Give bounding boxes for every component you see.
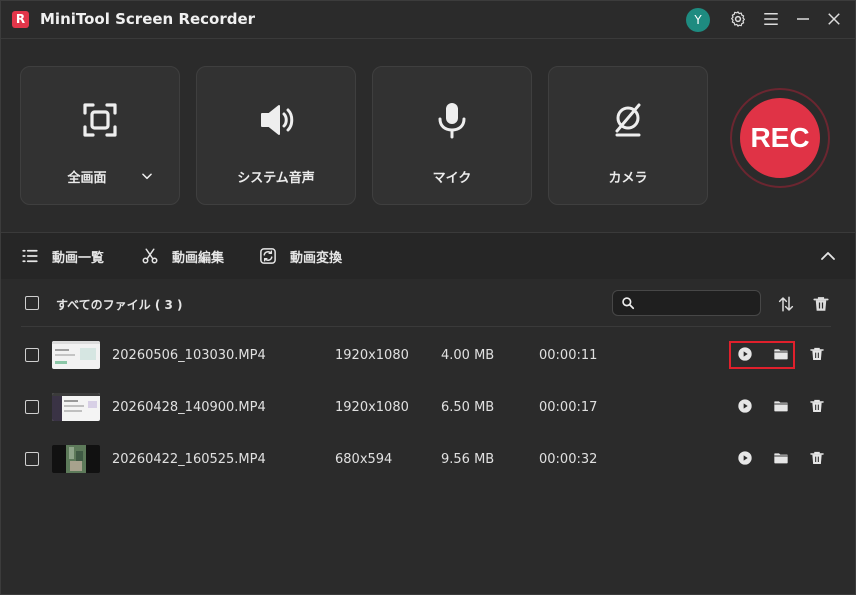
system-audio-label: システム音声: [237, 171, 315, 186]
fullscreen-source-card[interactable]: 全画面: [20, 66, 180, 205]
menu-icon[interactable]: [762, 10, 780, 28]
app-logo-icon: R: [12, 11, 29, 28]
file-duration: 00:00:32: [539, 452, 598, 467]
file-name: 20260506_103030.MP4: [112, 348, 266, 363]
search-icon: [622, 297, 635, 310]
tab-video-convert-label: 動画変換: [290, 251, 343, 266]
play-icon[interactable]: [737, 346, 753, 362]
video-thumbnail: [52, 393, 100, 421]
video-thumbnail: [52, 445, 100, 473]
folder-icon[interactable]: [773, 450, 789, 466]
file-resolution: 680x594: [335, 452, 393, 467]
tab-video-edit[interactable]: 動画編集: [141, 245, 241, 267]
system-audio-card[interactable]: システム音声: [196, 66, 356, 205]
list-icon: [22, 249, 38, 263]
file-name: 20260422_160525.MP4: [112, 452, 266, 467]
fullscreen-label: 全画面: [67, 171, 107, 186]
minimize-icon[interactable]: [794, 10, 812, 28]
file-size: 9.56 MB: [441, 452, 495, 467]
user-avatar[interactable]: Y: [686, 8, 710, 32]
search-box: [612, 290, 761, 316]
file-duration: 00:00:11: [539, 348, 598, 363]
convert-icon: [260, 248, 276, 264]
gear-icon[interactable]: [729, 10, 747, 28]
row-checkbox[interactable]: [25, 348, 39, 362]
rec-button[interactable]: REC: [740, 98, 820, 178]
file-size: 6.50 MB: [441, 400, 495, 415]
trash-icon[interactable]: [809, 450, 825, 466]
table-row[interactable]: 20260506_103030.MP4 1920x1080 4.00 MB 00…: [1, 329, 855, 381]
video-thumbnail: [52, 341, 100, 369]
tab-video-edit-label: 動画編集: [172, 251, 225, 266]
file-name: 20260428_140900.MP4: [112, 400, 266, 415]
speaker-icon: [261, 105, 294, 135]
rec-button-ring: REC: [730, 88, 830, 188]
folder-icon[interactable]: [773, 346, 789, 362]
search-input[interactable]: [641, 294, 757, 314]
recording-panel: 全画面 システム音声 マイク カメラ REC: [1, 39, 855, 231]
table-row[interactable]: 20260428_140900.MP4 1920x1080 6.50 MB 00…: [1, 381, 855, 433]
microphone-icon: [438, 103, 466, 139]
microphone-label: マイク: [432, 171, 472, 186]
sort-icon[interactable]: [777, 295, 795, 313]
camera-card[interactable]: カメラ: [548, 66, 708, 205]
file-list: すべてのファイル ( 3 ) 20260506_103030.MP4 1920x…: [1, 279, 855, 594]
row-checkbox[interactable]: [25, 400, 39, 414]
app-window: R MiniTool Screen Recorder Y 全画面 システム音声 …: [0, 0, 856, 595]
camera-off-icon: [615, 103, 641, 137]
play-icon[interactable]: [737, 398, 753, 414]
tab-video-list-label: 動画一覧: [52, 251, 105, 266]
file-size: 4.00 MB: [441, 348, 495, 363]
camera-label: カメラ: [608, 171, 648, 186]
play-icon[interactable]: [737, 450, 753, 466]
list-divider: [21, 326, 831, 327]
microphone-card[interactable]: マイク: [372, 66, 532, 205]
delete-all-icon[interactable]: [812, 295, 830, 313]
row-checkbox[interactable]: [25, 452, 39, 466]
fullscreen-icon: [83, 103, 117, 137]
trash-icon[interactable]: [809, 346, 825, 362]
tab-video-list[interactable]: 動画一覧: [21, 245, 121, 267]
trash-icon[interactable]: [809, 398, 825, 414]
close-icon[interactable]: [825, 10, 843, 28]
file-resolution: 1920x1080: [335, 400, 409, 415]
title-bar: R MiniTool Screen Recorder Y: [1, 1, 855, 39]
all-files-label: すべてのファイル ( 3 ): [56, 298, 183, 312]
chevron-up-icon[interactable]: [819, 247, 837, 265]
file-duration: 00:00:17: [539, 400, 598, 415]
tabs-bar: 動画一覧 動画編集 動画変換: [1, 232, 855, 280]
file-resolution: 1920x1080: [335, 348, 409, 363]
table-row[interactable]: 20260422_160525.MP4 680x594 9.56 MB 00:0…: [1, 433, 855, 485]
scissors-icon: [142, 248, 158, 264]
tab-video-convert[interactable]: 動画変換: [259, 245, 359, 267]
chevron-down-icon[interactable]: [140, 169, 154, 183]
folder-icon[interactable]: [773, 398, 789, 414]
app-title: MiniTool Screen Recorder: [40, 10, 256, 28]
select-all-checkbox[interactable]: [25, 296, 39, 310]
